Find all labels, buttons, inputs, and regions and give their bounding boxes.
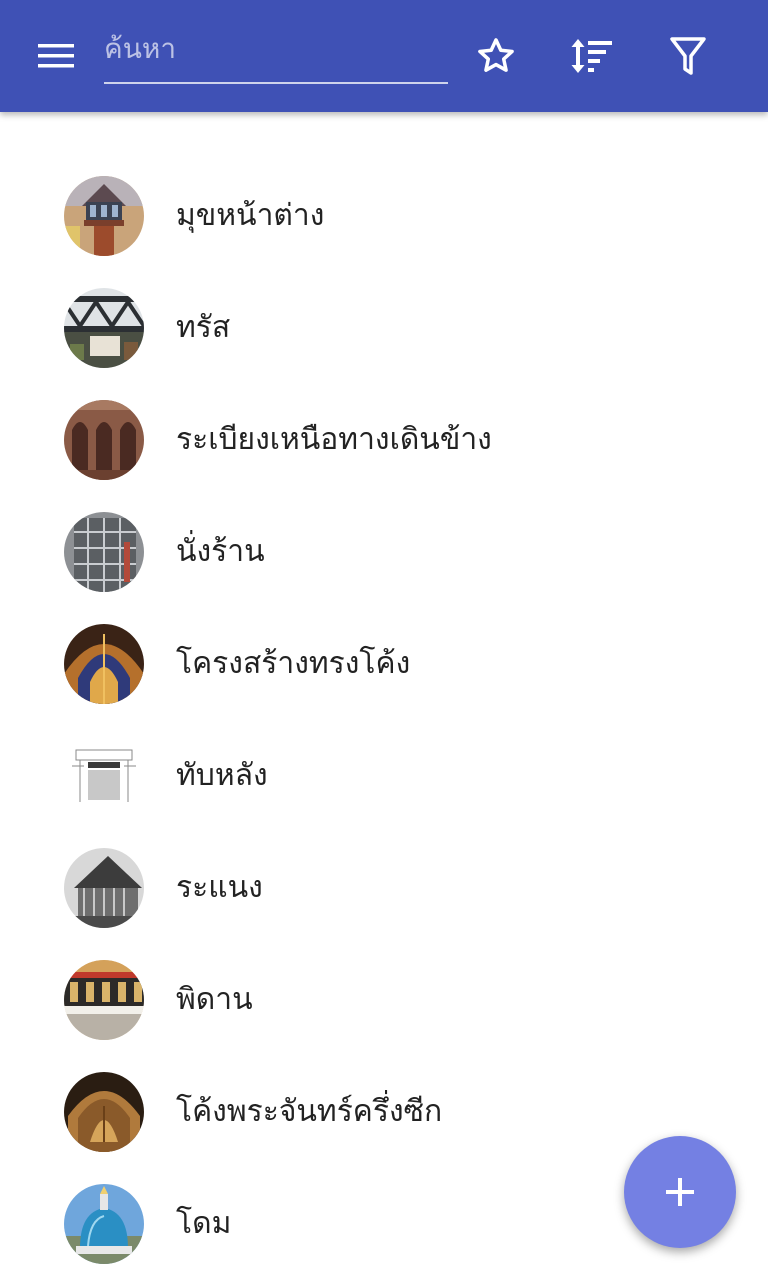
app-bar [0,0,768,112]
item-thumbnail [64,1184,144,1264]
favorites-button[interactable] [462,22,530,90]
item-label: โครงสร้างทรงโค้ง [176,646,411,681]
search-field[interactable] [104,22,448,84]
list-item[interactable]: โครงสร้างทรงโค้ง [0,608,768,720]
item-thumbnail [64,624,144,704]
item-thumbnail [64,848,144,928]
item-thumbnail [64,176,144,256]
item-thumbnail [64,960,144,1040]
search-input[interactable] [104,22,444,74]
item-label: พิดาน [176,982,253,1017]
item-thumbnail [64,288,144,368]
item-label: โดม [176,1206,232,1241]
sort-icon [571,39,612,73]
item-thumbnail [64,512,144,592]
star-outline-icon [478,38,514,72]
add-button[interactable] [624,1136,736,1248]
item-thumbnail [64,1072,144,1152]
item-label: ทรัส [176,310,231,345]
item-thumbnail [64,736,144,816]
item-label: นั่งร้าน [176,534,265,569]
list-item[interactable]: มุขหน้าต่าง [0,160,768,272]
list-item[interactable]: ระเบียงเหนือทางเดินข้าง [0,384,768,496]
sort-button[interactable] [558,22,626,90]
item-label: มุขหน้าต่าง [176,198,325,233]
item-label: ระเบียงเหนือทางเดินข้าง [176,422,492,457]
term-list: มุขหน้าต่าง ทรัส ระเบียงเหนือทางเดินข้าง… [0,160,768,1280]
list-item[interactable]: ทับหลัง [0,720,768,832]
item-label: โค้งพระจันทร์ครึ่งซีก [176,1094,443,1129]
menu-button[interactable] [22,22,90,90]
filter-icon [670,37,706,75]
list-item[interactable]: พิดาน [0,944,768,1056]
list-item[interactable]: นั่งร้าน [0,496,768,608]
filter-button[interactable] [654,22,722,90]
item-label: ระแนง [176,870,263,905]
menu-icon [38,44,74,68]
list-item[interactable]: ทรัส [0,272,768,384]
list-item[interactable]: ระแนง [0,832,768,944]
item-thumbnail [64,400,144,480]
plus-icon [666,1178,694,1206]
item-label: ทับหลัง [176,758,268,793]
